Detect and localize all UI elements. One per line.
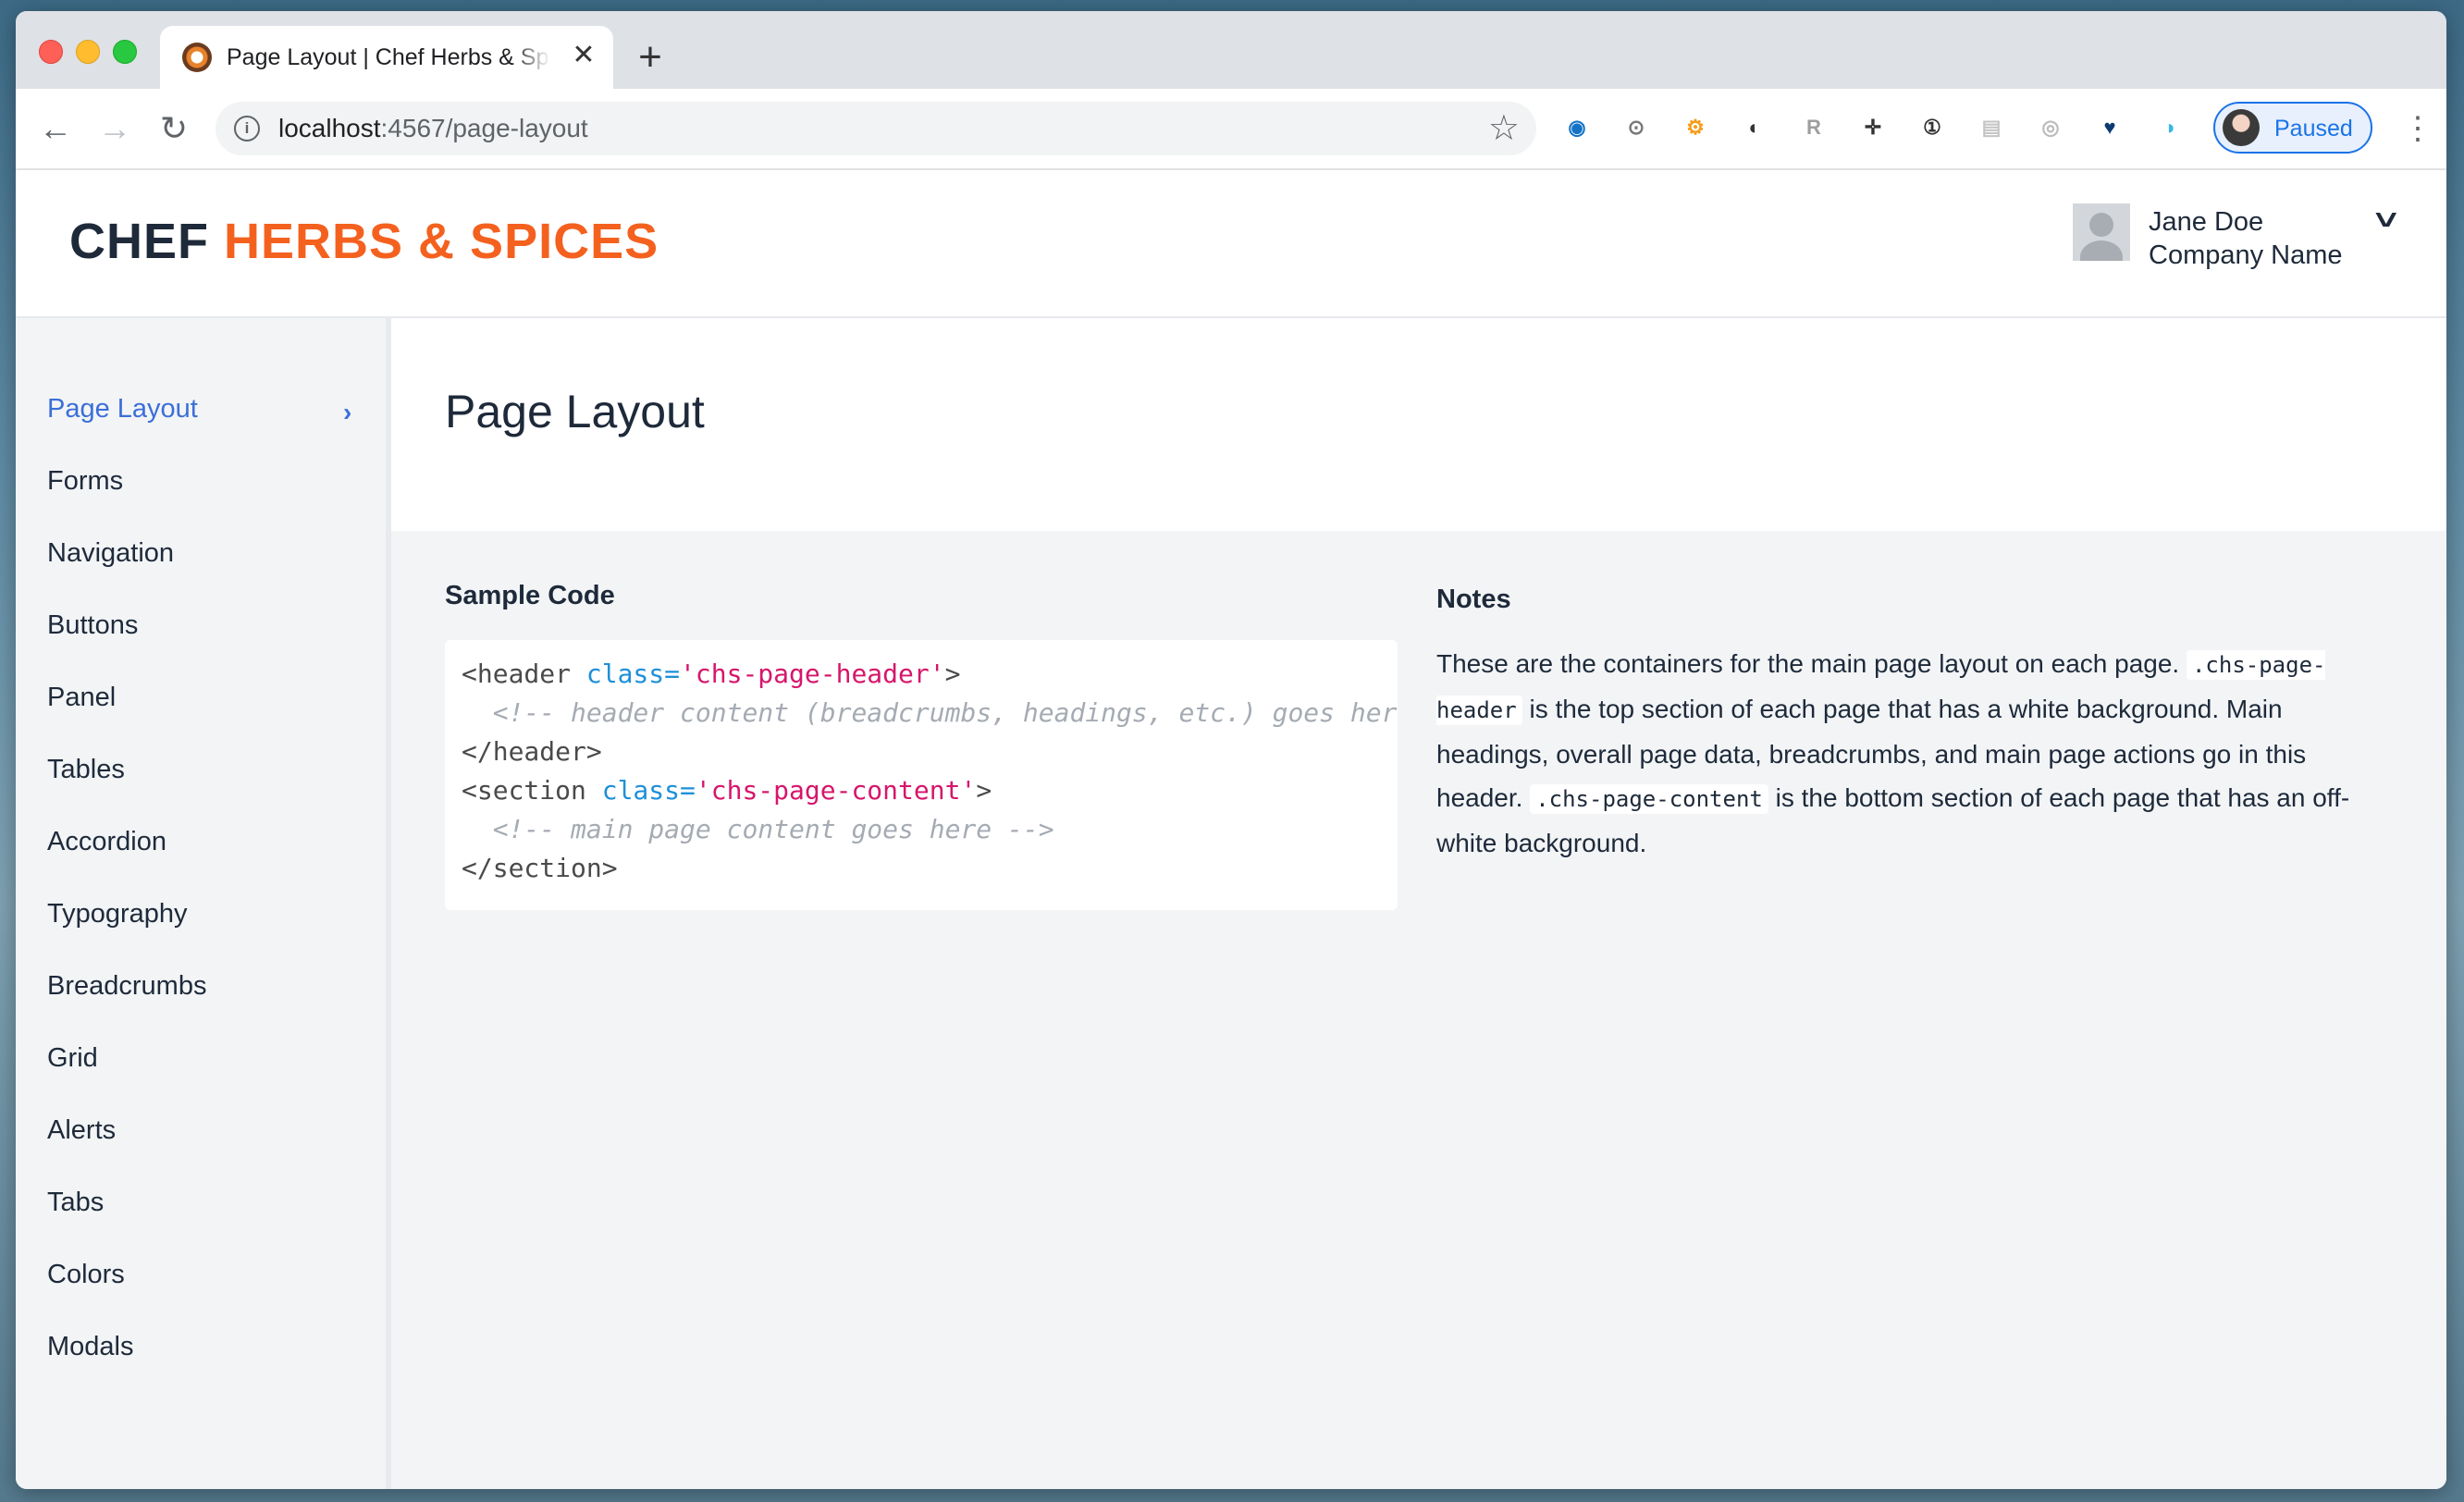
ext-coin-icon[interactable]: ⊙ <box>1620 111 1653 144</box>
sidebar-item-breadcrumbs[interactable]: Breadcrumbs <box>47 971 206 1002</box>
page-content: Sample Code <header class='chs-page-head… <box>391 531 2446 1489</box>
tab-title: Page Layout | Chef Herbs & Spices <box>227 44 550 70</box>
tab-close-icon[interactable]: ✕ <box>567 39 600 72</box>
brand-logo[interactable]: CHEF HERBS & SPICES <box>69 213 659 270</box>
ext-orange-gear-icon[interactable]: ⚙ <box>1679 111 1712 144</box>
ext-blue-circle-icon[interactable]: ◉ <box>1560 111 1594 144</box>
profile-status-label: Paused <box>2274 116 2353 142</box>
code-attr: class= <box>585 659 681 689</box>
profile-avatar <box>2223 109 2260 146</box>
profile-button[interactable]: Paused <box>2213 102 2372 154</box>
inline-code: .chs-page-content <box>1530 784 1768 814</box>
forward-arrow-icon[interactable]: → <box>93 107 136 150</box>
code-comment: <!-- header content (breadcrumbs, headin… <box>492 697 1398 728</box>
app-header: CHEF HERBS & SPICES Jane Doe Company Nam… <box>16 170 2446 318</box>
sample-code-heading: Sample Code <box>445 581 615 610</box>
ext-target-icon[interactable]: ◎ <box>2034 111 2067 144</box>
sidebar-item-modals[interactable]: Modals <box>47 1332 134 1362</box>
ext-flame-icon[interactable]: ◐ <box>1738 111 1771 144</box>
code-tag: > <box>976 775 992 806</box>
browser-tab-active[interactable]: Page Layout | Chef Herbs & Spices ✕ <box>160 26 613 89</box>
code-string: 'chs-page-content' <box>695 775 977 806</box>
code-line-3: </header> <box>462 736 602 767</box>
notes-paragraph: These are the containers for the main pa… <box>1436 642 2371 865</box>
reload-icon[interactable]: ↻ <box>153 107 195 150</box>
sidebar-item-tabs[interactable]: Tabs <box>47 1188 104 1218</box>
new-tab-button[interactable]: + <box>630 37 671 80</box>
avatar[interactable] <box>2073 203 2130 261</box>
sidebar-item-navigation[interactable]: Navigation <box>47 538 174 569</box>
chevron-down-icon[interactable]: ˅ <box>2374 205 2397 237</box>
ext-printer-icon[interactable]: ▤ <box>1975 111 2008 144</box>
browser-window: Page Layout | Chef Herbs & Spices ✕ + ← … <box>16 11 2446 1489</box>
sidebar-item-page-layout[interactable]: Page Layout <box>47 394 198 425</box>
sidebar-item-grid[interactable]: Grid <box>47 1043 98 1074</box>
close-window-button[interactable] <box>39 40 63 64</box>
browser-toolbar: ← → ↻ i localhost:4567/page-layout ☆ ◉ ⊙ ⚙… <box>16 89 2446 170</box>
sidebar-item-colors[interactable]: Colors <box>47 1260 125 1290</box>
url-text[interactable]: localhost:4567/page-layout <box>278 114 588 143</box>
sidebar-item-tables[interactable]: Tables <box>47 755 125 785</box>
code-line-5: <!-- main page content goes here --> <box>462 814 1054 844</box>
sidebar-item-buttons[interactable]: Buttons <box>47 610 138 641</box>
code-line-6: </section> <box>462 853 618 883</box>
sidebar-item-forms[interactable]: Forms <box>47 466 123 497</box>
user-name[interactable]: Jane Doe <box>2149 207 2263 238</box>
brand-part-herbs: HERBS & SPICES <box>224 214 659 269</box>
maximize-window-button[interactable] <box>113 40 137 64</box>
code-line-2: <!-- header content (breadcrumbs, headin… <box>462 697 1398 728</box>
page-header: Page Layout <box>391 318 2446 531</box>
notes-text: These are the containers for the main pa… <box>1436 649 2180 678</box>
notes-heading: Notes <box>1436 585 1511 614</box>
sidebar-item-accordion[interactable]: Accordion <box>47 827 166 857</box>
ext-wave-icon[interactable]: ◑ <box>2152 111 2186 144</box>
back-arrow-icon[interactable]: ← <box>34 107 77 150</box>
url-path: :4567/page-layout <box>380 114 588 142</box>
code-string: 'chs-page-header' <box>680 659 945 689</box>
page-title: Page Layout <box>445 386 705 437</box>
tab-strip: Page Layout | Chef Herbs & Spices ✕ + <box>16 11 2446 89</box>
browser-menu-icon[interactable]: ⋮ <box>2402 107 2433 150</box>
bookmark-star-icon[interactable]: ☆ <box>1488 107 1520 149</box>
brand-part-chef: CHEF <box>69 214 209 269</box>
code-tag: <section <box>462 775 602 806</box>
minimize-window-button[interactable] <box>76 40 100 64</box>
code-attr: class= <box>601 775 696 806</box>
sidebar: Page Layout › Forms Navigation Buttons P… <box>16 318 391 1489</box>
site-favicon-icon <box>182 43 212 72</box>
code-block[interactable]: <header class='chs-page-header'> <!-- he… <box>445 640 1398 910</box>
site-info-icon[interactable]: i <box>234 116 260 142</box>
address-bar[interactable]: i localhost:4567/page-layout ☆ <box>216 102 1536 155</box>
code-line-4: <section class='chs-page-content'> <box>462 775 992 806</box>
ext-heart-icon[interactable]: ♥ <box>2093 111 2126 144</box>
code-tag: > <box>944 659 961 689</box>
code-line-1: <header class='chs-page-header'> <box>462 659 960 689</box>
sidebar-item-panel[interactable]: Panel <box>47 683 116 713</box>
ext-1password-icon[interactable]: ① <box>1916 111 1949 144</box>
ext-r-icon[interactable]: R <box>1797 111 1830 144</box>
chevron-right-icon: › <box>343 398 352 426</box>
ext-crosshair-icon[interactable]: ✛ <box>1856 111 1890 144</box>
sidebar-item-typography[interactable]: Typography <box>47 899 188 930</box>
url-host: localhost <box>278 114 381 142</box>
company-name[interactable]: Company Name <box>2149 240 2343 271</box>
code-tag: <header <box>462 659 586 689</box>
sidebar-item-alerts[interactable]: Alerts <box>47 1115 116 1146</box>
code-comment: <!-- main page content goes here --> <box>492 814 1054 844</box>
